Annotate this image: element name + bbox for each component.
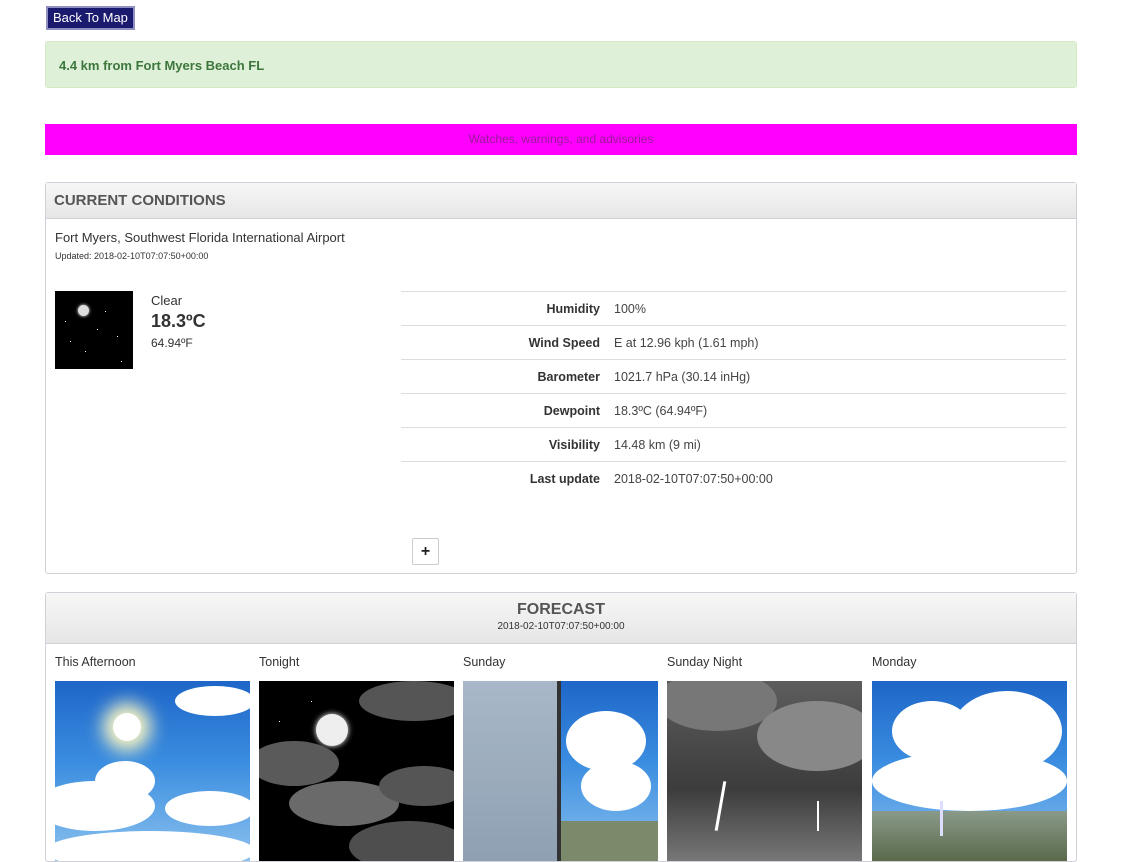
detail-label: Barometer [537, 369, 600, 384]
forecast-period-label: This Afternoon [55, 655, 136, 669]
current-conditions-panel: CURRENT CONDITIONS Fort Myers, Southwest… [45, 182, 1077, 574]
temperature-celsius: 18.3ºC [151, 311, 206, 331]
detail-label: Humidity [546, 301, 600, 316]
forecast-period: Tonight [259, 655, 454, 861]
clear-night-icon [55, 291, 133, 369]
distance-alert: 4.4 km from Fort Myers Beach FL [45, 41, 1077, 88]
conditions-details-table: Humidity 100% Wind Speed E at 12.96 kph … [401, 291, 1066, 495]
forecast-period: Sunday Night [667, 655, 862, 861]
detail-label: Dewpoint [543, 403, 600, 418]
forecast-period: Monday [872, 655, 1067, 861]
detail-row-barometer: Barometer 1021.7 hPa (30.14 inHg) [401, 359, 1066, 393]
detail-value: 18.3ºC (64.94ºF) [614, 403, 708, 418]
forecast-period: This Afternoon [55, 655, 250, 861]
forecast-period-label: Monday [872, 655, 917, 669]
thunderstorm-icon [667, 681, 862, 861]
detail-value: E at 12.96 kph (1.61 mph) [614, 335, 759, 350]
station-name: Fort Myers, Southwest Florida Internatio… [55, 230, 345, 245]
detail-label: Last update [529, 471, 600, 486]
forecast-period-label: Sunday Night [667, 655, 743, 669]
detail-value: 1021.7 hPa (30.14 inHg) [614, 369, 751, 384]
thunderstorm-icon [872, 681, 1067, 861]
detail-label: Wind Speed [528, 335, 600, 350]
forecast-period: Sunday [463, 655, 658, 861]
forecast-panel: FORECAST 2018-02-10T07:07:50+00:00 This … [45, 592, 1077, 862]
condition-text: Clear [151, 293, 183, 308]
temperature-fahrenheit: 64.94ºF [151, 336, 193, 350]
current-conditions-header: CURRENT CONDITIONS [46, 183, 1076, 219]
forecast-header: FORECAST 2018-02-10T07:07:50+00:00 [46, 593, 1076, 644]
night-partly-cloudy-icon [259, 681, 454, 861]
expand-details-button[interactable]: + [412, 538, 439, 565]
forecast-period-label: Tonight [259, 655, 300, 669]
forecast-date: 2018-02-10T07:07:50+00:00 [497, 621, 625, 632]
detail-value: 14.48 km (9 mi) [614, 437, 701, 452]
updated-timestamp: Updated: 2018-02-10T07:07:50+00:00 [55, 251, 209, 261]
forecast-period-label: Sunday [463, 655, 506, 669]
warnings-advisories-bar[interactable]: Watches, warnings, and advisories [45, 124, 1077, 155]
detail-row-last-update: Last update 2018-02-10T07:07:50+00:00 [401, 461, 1066, 495]
detail-row-wind: Wind Speed E at 12.96 kph (1.61 mph) [401, 325, 1066, 359]
detail-value: 2018-02-10T07:07:50+00:00 [614, 471, 773, 486]
detail-label: Visibility [548, 437, 600, 452]
sunny-icon [55, 681, 250, 861]
detail-row-dewpoint: Dewpoint 18.3ºC (64.94ºF) [401, 393, 1066, 427]
detail-row-humidity: Humidity 100% [401, 291, 1066, 325]
fog-thunderstorm-icon [463, 681, 658, 861]
forecast-title: FORECAST [517, 601, 605, 618]
back-to-map-button[interactable]: Back To Map [46, 6, 135, 30]
detail-row-visibility: Visibility 14.48 km (9 mi) [401, 427, 1066, 461]
detail-value: 100% [614, 301, 646, 316]
